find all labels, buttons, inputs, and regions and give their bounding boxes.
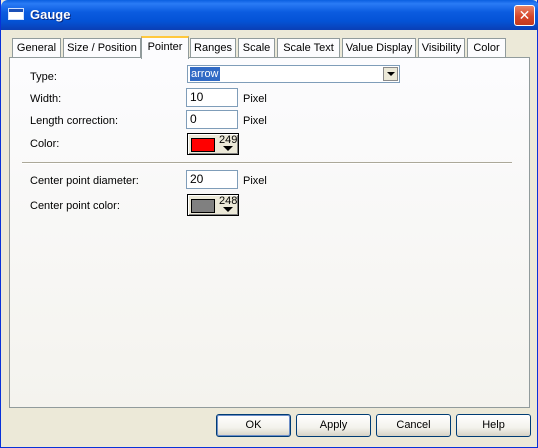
title-bar[interactable]: Gauge ✕ [1,0,538,30]
tab-value-display[interactable]: Value Display [342,38,416,58]
help-button[interactable]: Help [456,414,531,437]
pointer-color-button[interactable]: 249 [187,133,239,155]
apply-button[interactable]: Apply [296,414,371,437]
tab-size-position[interactable]: Size / Position [63,38,141,58]
dropdown-triangle-icon [223,207,233,212]
width-field[interactable]: 10 [186,88,238,107]
pointer-color-index: 249 [219,134,238,146]
tab-ranges[interactable]: Ranges [190,38,236,58]
ok-button[interactable]: OK [216,414,291,437]
type-select-value: arrow [190,67,220,81]
pointer-color-swatch [191,138,215,152]
tab-pointer[interactable]: Pointer [141,36,189,59]
window-title: Gauge [30,7,71,22]
window-icon [8,8,24,20]
gauge-dialog: Gauge ✕ General Size / Position Pointer … [0,0,538,448]
center-color-swatch [191,199,215,213]
pointer-tab-panel [9,57,530,408]
chevron-down-icon[interactable] [383,67,398,81]
length-correction-field[interactable]: 0 [186,110,238,129]
tab-scale-text[interactable]: Scale Text [277,38,340,58]
tab-scale[interactable]: Scale [238,38,275,58]
dropdown-triangle-icon [223,146,233,151]
tab-visibility[interactable]: Visibility [418,38,465,58]
close-button[interactable]: ✕ [514,5,535,26]
type-select[interactable]: arrow [187,65,400,83]
center-diameter-field[interactable]: 20 [186,170,238,189]
cancel-button[interactable]: Cancel [376,414,451,437]
center-color-button[interactable]: 248 [187,194,239,216]
tab-general[interactable]: General [12,38,61,58]
tab-color[interactable]: Color [467,38,506,58]
center-color-index: 248 [219,195,238,207]
